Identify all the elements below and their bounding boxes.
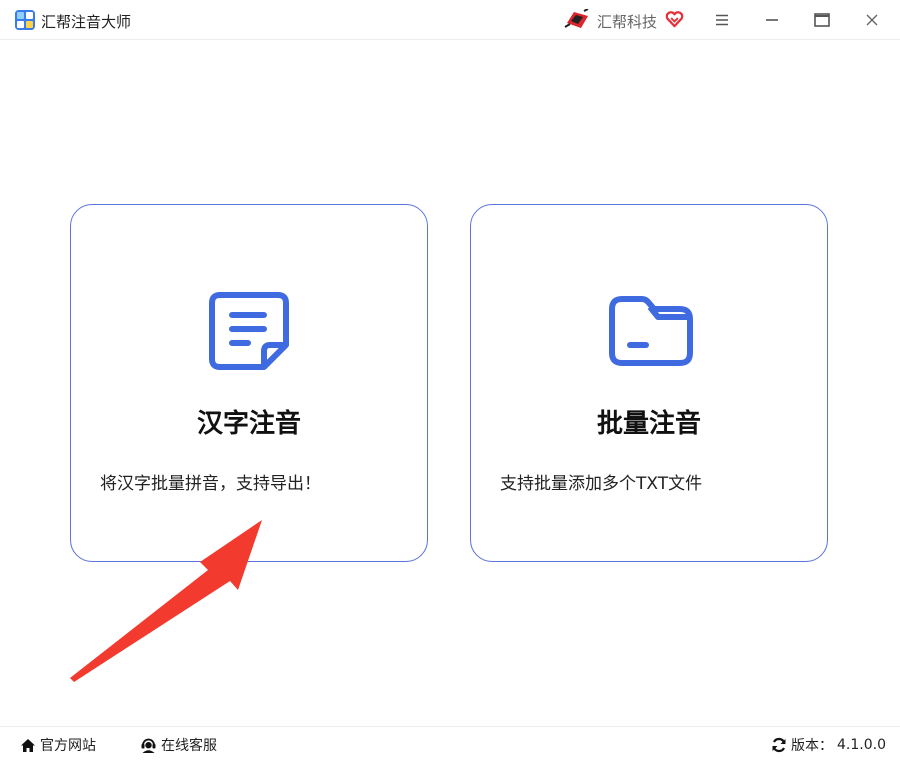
maximize-button[interactable] (810, 8, 834, 32)
red-arrow-icon (70, 520, 262, 682)
heart-badge-icon[interactable] (665, 10, 684, 29)
online-service-link[interactable]: 在线客服 (140, 735, 217, 755)
hanzi-card-title: 汉字注音 (196, 409, 301, 439)
title-bar: 汇帮注音大师 汇帮科技 (0, 0, 900, 40)
customer-service-icon (141, 738, 156, 753)
official-site-link[interactable]: 官方网站 (20, 735, 96, 755)
menu-icon (716, 14, 728, 26)
online-service-label: 在线客服 (161, 738, 217, 754)
app-title: 汇帮注音大师 (41, 13, 132, 31)
document-icon (209, 292, 289, 370)
hanzi-annotation-card[interactable]: 汉字注音 将汉字批量拼音，支持导出！ (70, 204, 428, 562)
minimize-button[interactable] (760, 8, 784, 32)
refresh-icon (772, 737, 786, 753)
huibang-logo-icon (564, 9, 589, 28)
menu-button[interactable] (710, 8, 734, 32)
official-site-label: 官方网站 (40, 738, 96, 754)
version-label: 版本： (791, 738, 833, 754)
version-value: 4.1.0.0 (837, 737, 886, 753)
version-info: 版本： 4.1.0.0 (771, 735, 886, 755)
status-bar: 官方网站 在线客服 版本： 4.1.0.0 (0, 726, 900, 760)
hanzi-card-description: 将汉字批量拼音，支持导出！ (100, 474, 321, 494)
folder-icon (609, 296, 693, 366)
close-button[interactable] (860, 8, 884, 32)
close-icon (866, 14, 878, 26)
batch-annotation-card[interactable]: 批量注音 支持批量添加多个TXT文件 (470, 204, 828, 562)
batch-card-title: 批量注音 (596, 409, 701, 439)
app-logo-icon (15, 10, 35, 30)
batch-card-description: 支持批量添加多个TXT文件 (500, 474, 703, 494)
minimize-icon (766, 19, 778, 21)
maximize-icon (814, 13, 830, 27)
home-icon (21, 738, 35, 752)
brand-name: 汇帮科技 (597, 13, 658, 31)
